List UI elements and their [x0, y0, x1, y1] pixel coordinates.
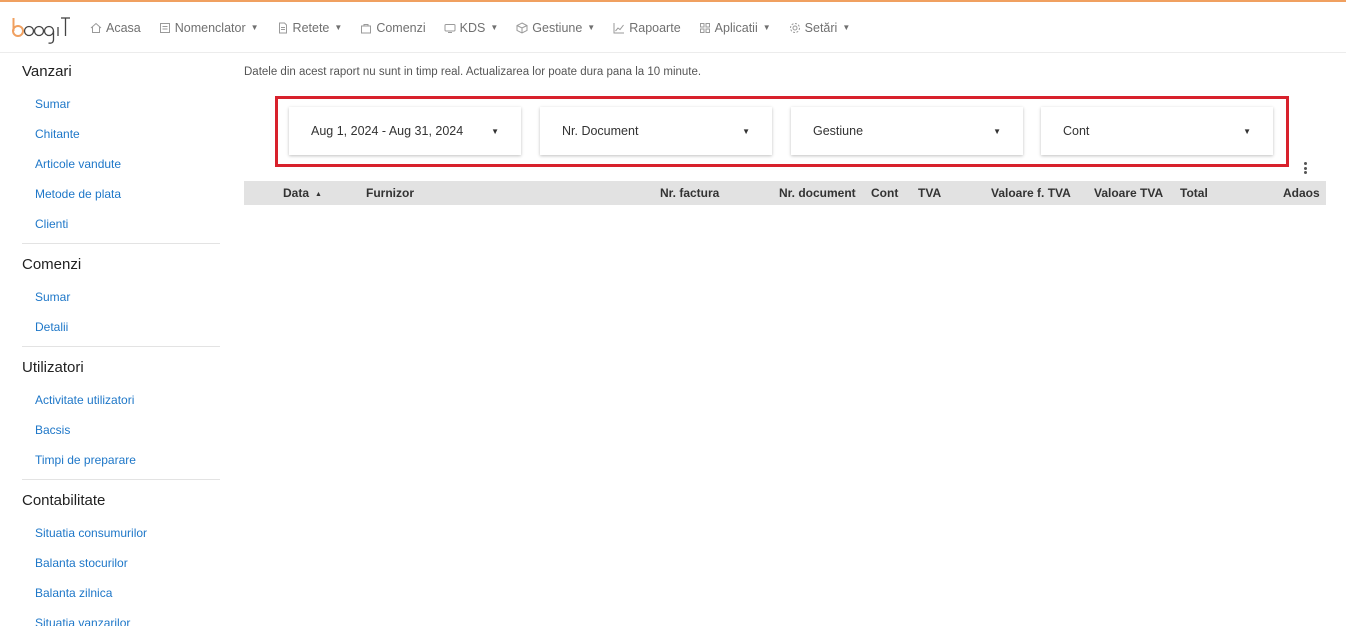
bag-icon [360, 22, 372, 34]
gestiune-label: Gestiune [813, 124, 864, 138]
sidebar-section-title: Vanzari [22, 63, 72, 80]
report-sidebar: Vanzari Sumar Chitante Articole vandute Meto… [0, 53, 232, 626]
sidebar-section: Comenzi Sumar Detalii [0, 246, 232, 342]
nav-item-label: Rapoarte [629, 20, 681, 35]
nav-item-label: Retete [292, 20, 330, 35]
document-number-label: Nr. Document [562, 124, 639, 138]
nav-item-aplicatii[interactable]: Aplicatii ▼ [699, 2, 771, 53]
realtime-info-text: Datele din acest raport nu sunt in timp … [244, 66, 702, 78]
caret-down-icon: ▼ [490, 23, 499, 32]
column-data-label: Data [283, 186, 310, 200]
nav-item-rapoarte[interactable]: Rapoarte [613, 2, 681, 53]
sidebar-link[interactable]: Clienti [22, 209, 232, 239]
nav-item-retete[interactable]: Retete ▼ [277, 2, 343, 53]
home-icon [90, 22, 102, 34]
sidebar-link[interactable]: Situatia consumurilor [22, 518, 232, 548]
caret-down-icon: ▼ [993, 126, 1001, 136]
nav-item-label: Acasa [106, 20, 141, 35]
column-tva[interactable]: TVA [918, 181, 941, 205]
gear-icon [789, 22, 801, 34]
nav-item-comenzi[interactable]: Comenzi [360, 2, 426, 53]
caret-down-icon: ▼ [491, 126, 499, 136]
cont-label: Cont [1063, 124, 1090, 138]
nav-item-label: Aplicatii [714, 20, 758, 35]
sidebar-link[interactable]: Situatia vanzarilor [22, 608, 232, 626]
caret-down-icon: ▼ [587, 23, 596, 32]
date-range-value: Aug 1, 2024 - Aug 31, 2024 [311, 124, 464, 138]
top-navbar: Acasa Nomenclator ▼ Retete ▼ Comenzi KDS ▼ Gesti… [0, 0, 1346, 53]
sidebar-link[interactable]: Activitate utilizatori [22, 385, 232, 415]
box-icon [516, 21, 528, 34]
document-number-filter[interactable]: Nr. Document ▼ [540, 107, 772, 155]
column-valoare-tva[interactable]: Valoare TVA [1094, 181, 1163, 205]
nav-item-label: KDS [459, 20, 486, 35]
sidebar-link[interactable]: Metode de plata [22, 179, 232, 209]
column-nr-factura[interactable]: Nr. factura [660, 181, 719, 205]
sidebar-link[interactable]: Sumar [22, 282, 232, 312]
column-furnizor[interactable]: Furnizor [366, 181, 414, 205]
chart-icon [613, 22, 625, 34]
sidebar-link[interactable]: Sumar [22, 89, 232, 119]
caret-down-icon: ▼ [842, 23, 851, 32]
sidebar-section: Contabilitate Situatia consumurilor Balant… [0, 482, 232, 626]
list-icon [159, 22, 171, 34]
sidebar-link[interactable]: Chitante [22, 119, 232, 149]
nav-item-setări[interactable]: Setări ▼ [789, 2, 851, 53]
caret-down-icon: ▼ [762, 23, 771, 32]
sidebar-section: Utilizatori Activitate utilizatori Bacsis T… [0, 349, 232, 475]
sidebar-link[interactable]: Timpi de preparare [22, 445, 232, 475]
grid-icon [699, 22, 711, 34]
nav-item-kds[interactable]: KDS ▼ [444, 2, 499, 53]
column-valoare-fara-tva[interactable]: Valoare f. TVA [991, 181, 1071, 205]
column-data[interactable]: Data ▲ [283, 181, 322, 205]
sort-asc-icon: ▲ [315, 191, 322, 198]
nav-item-label: Comenzi [376, 20, 426, 35]
sidebar-section-title: Utilizatori [22, 359, 84, 376]
sidebar-link[interactable]: Balanta stocurilor [22, 548, 232, 578]
sidebar-link[interactable]: Articole vandute [22, 149, 232, 179]
nav-item-label: Setări [804, 20, 838, 35]
column-nr-document[interactable]: Nr. document [779, 181, 856, 205]
sidebar-divider [22, 243, 220, 244]
caret-down-icon: ▼ [334, 23, 343, 32]
date-range-filter[interactable]: Aug 1, 2024 - Aug 31, 2024 ▼ [289, 107, 521, 155]
gestiune-filter[interactable]: Gestiune ▼ [791, 107, 1023, 155]
caret-down-icon: ▼ [742, 126, 750, 136]
caret-down-icon: ▼ [1243, 126, 1251, 136]
monitor-icon [444, 22, 456, 34]
more-options-icon[interactable] [1301, 161, 1309, 177]
cont-filter[interactable]: Cont ▼ [1041, 107, 1273, 155]
nav-item-label: Nomenclator [174, 20, 246, 35]
nav-item-acasa[interactable]: Acasa [90, 2, 141, 53]
document-icon [277, 22, 289, 34]
sidebar-section-title: Contabilitate [22, 492, 106, 509]
column-total[interactable]: Total [1180, 181, 1208, 205]
sidebar-divider [22, 346, 220, 347]
filters-highlight: Aug 1, 2024 - Aug 31, 2024 ▼ Nr. Documen… [275, 96, 1289, 167]
sidebar-link[interactable]: Bacsis [22, 415, 232, 445]
caret-down-icon: ▼ [250, 23, 259, 32]
logo-graphic [12, 17, 70, 44]
main-nav: Acasa Nomenclator ▼ Retete ▼ Comenzi KDS ▼ Gesti… [90, 2, 868, 53]
sidebar-link[interactable]: Balanta zilnica [22, 578, 232, 608]
sidebar-section: Vanzari Sumar Chitante Articole vandute Meto… [0, 53, 232, 239]
sidebar-divider [22, 479, 220, 480]
column-adaos[interactable]: Adaos [1283, 181, 1320, 205]
sidebar-link[interactable]: Detalii [22, 312, 232, 342]
column-cont[interactable]: Cont [871, 181, 898, 205]
sidebar-section-title: Comenzi [22, 256, 82, 273]
table-header: Data ▲ Furnizor Nr. factura Nr. document … [244, 181, 1326, 205]
nav-item-gestiune[interactable]: Gestiune ▼ [516, 2, 595, 53]
nav-item-nomenclator[interactable]: Nomenclator ▼ [159, 2, 259, 53]
nav-item-label: Gestiune [532, 20, 583, 35]
boogit-logo[interactable] [12, 10, 72, 46]
